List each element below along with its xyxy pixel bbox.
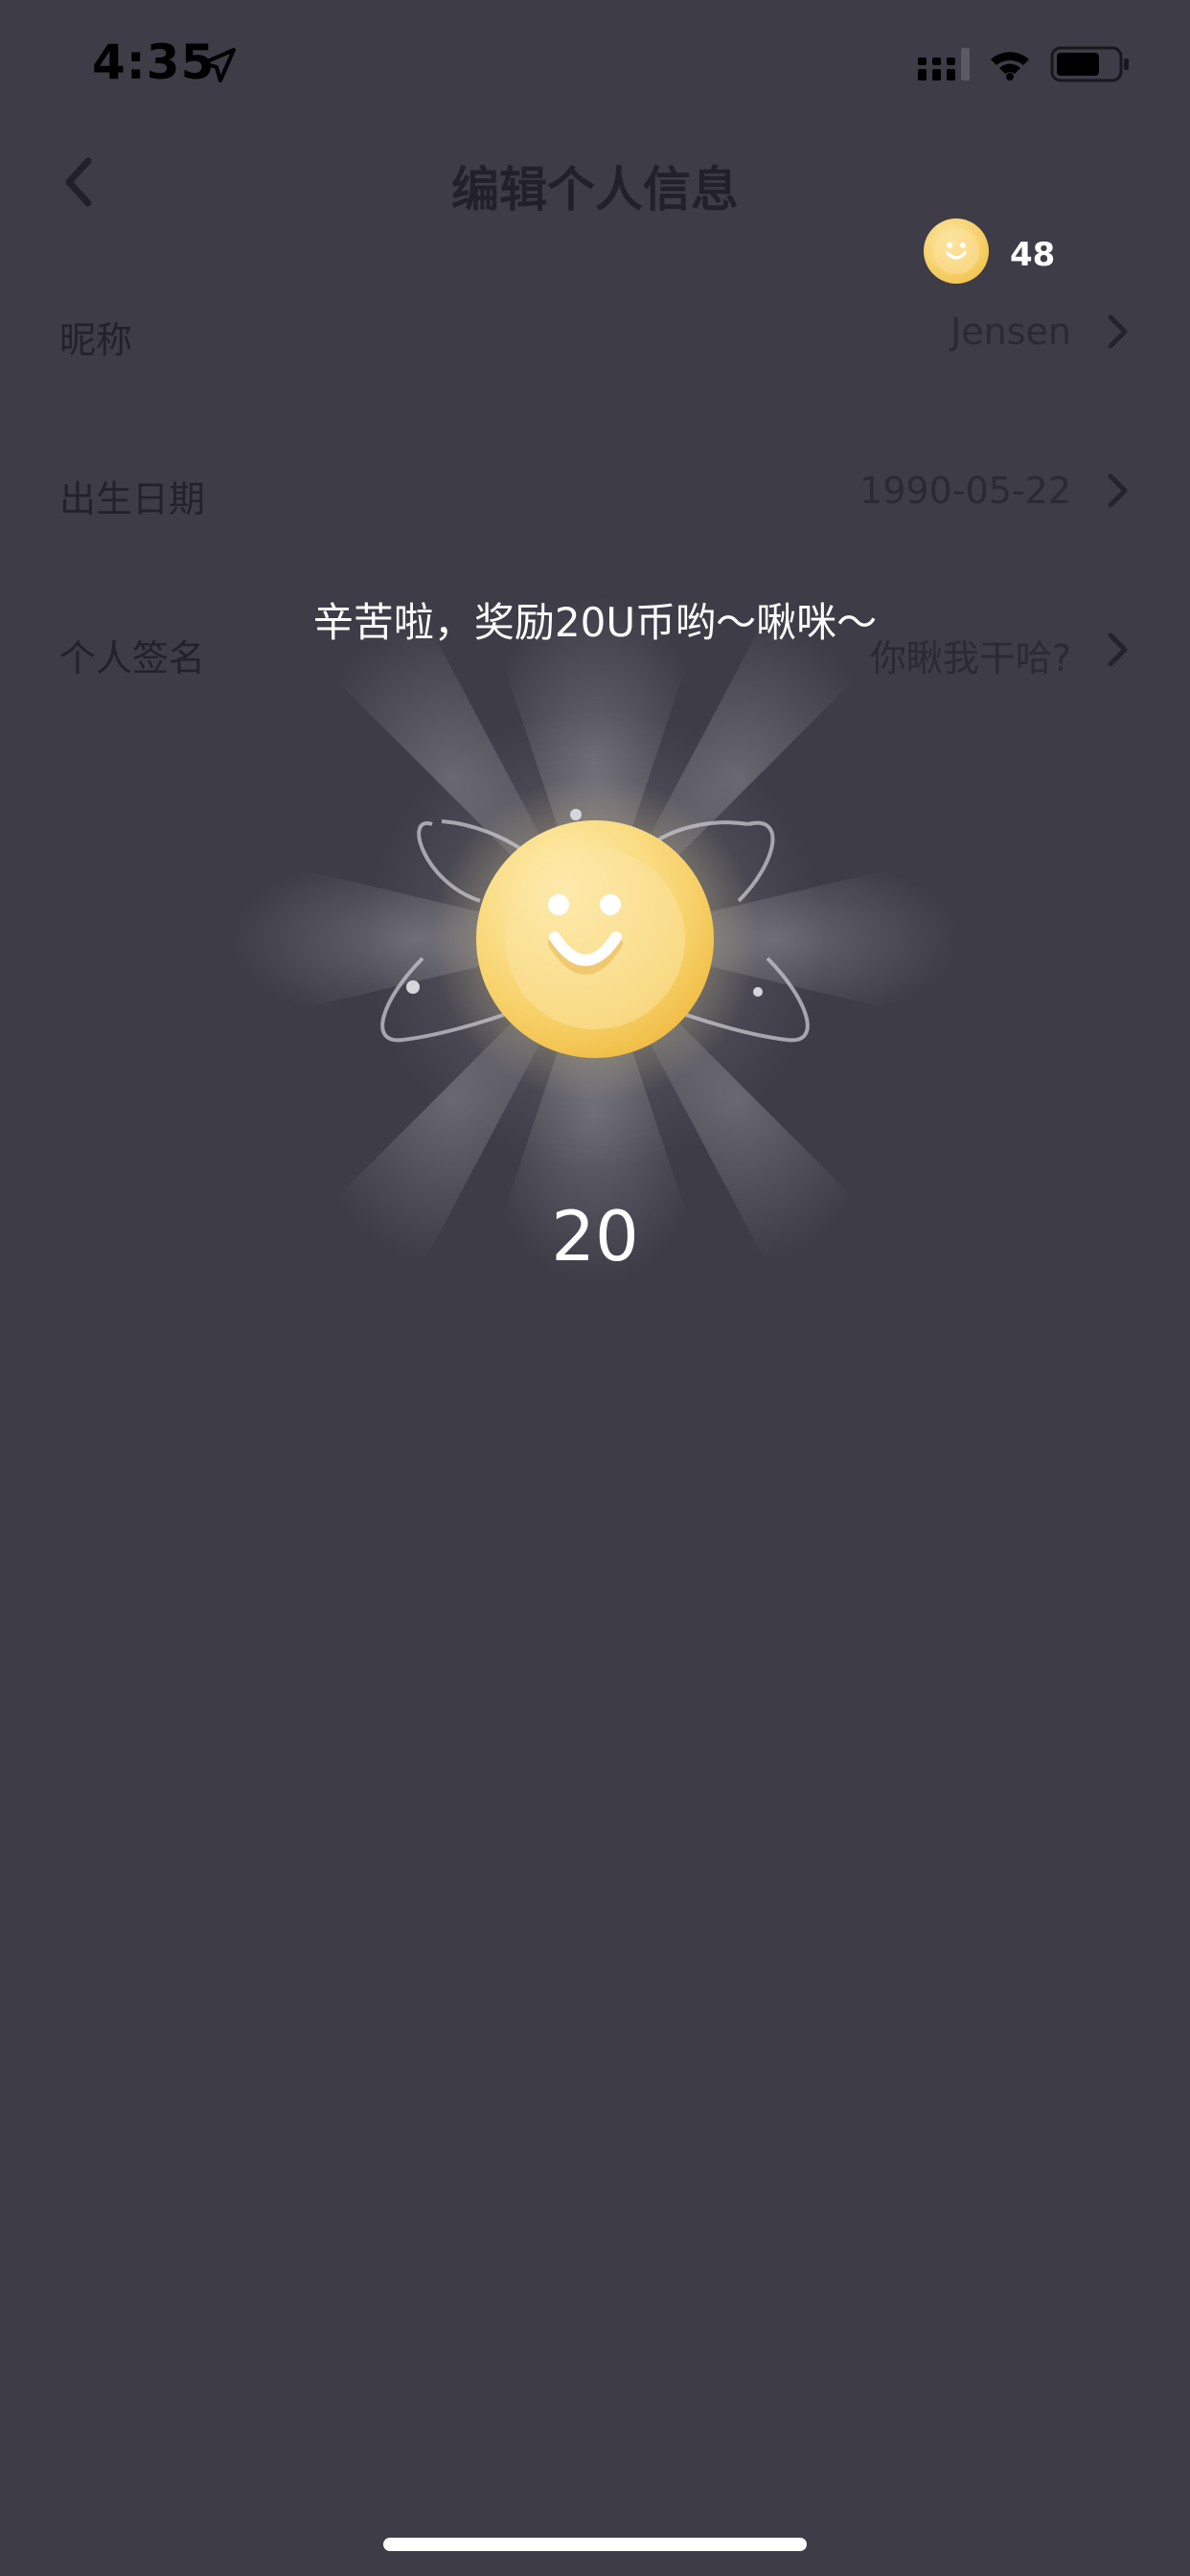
reward-amount: 20 [551, 1196, 639, 1276]
chevron-right-icon [1108, 473, 1128, 508]
nickname-row[interactable]: 昵称 Jensen [0, 276, 1190, 391]
nickname-value: Jensen [950, 310, 1071, 353]
home-indicator[interactable] [383, 2538, 807, 2551]
birthdate-label: 出生日期 [59, 478, 206, 520]
birthdate-value: 1990-05-22 [859, 470, 1071, 512]
coin-balance: 48 [1010, 236, 1056, 274]
wifi-icon [991, 52, 1029, 80]
cellular-signal-icon [918, 48, 970, 80]
nickname-label: 昵称 [59, 319, 133, 361]
birthdate-row[interactable]: 出生日期 1990-05-22 [0, 435, 1190, 550]
chevron-right-icon [1108, 314, 1128, 349]
status-time: 4:35 [92, 34, 216, 90]
coin-icon [924, 218, 989, 284]
location-arrow-icon [201, 48, 236, 82]
reward-message: 辛苦啦，奖励20U币哟～啾咪～ [312, 599, 878, 646]
page-title: 编辑个人信息 [451, 162, 739, 218]
battery-icon [1050, 46, 1129, 82]
